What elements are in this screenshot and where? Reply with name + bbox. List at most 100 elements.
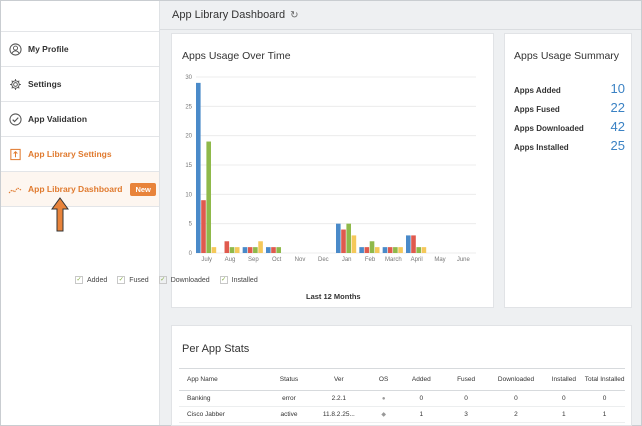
bar-downloaded bbox=[369, 241, 375, 253]
bar-fused bbox=[387, 247, 393, 253]
bar-added bbox=[336, 223, 341, 253]
col-header[interactable]: Fused bbox=[443, 368, 489, 391]
summary-card: Apps Usage Summary Apps Added 10 Apps Fu… bbox=[504, 33, 632, 308]
cell-added: 0 bbox=[398, 390, 444, 407]
chart-xlabel: Last 12 Months bbox=[306, 292, 361, 301]
cell-version: 11.8.2.25... bbox=[309, 406, 369, 423]
bar-fused bbox=[247, 247, 253, 253]
cell-os: ● bbox=[368, 390, 399, 407]
cell-app-name: Cisco Jabber bbox=[179, 406, 269, 423]
bar-added bbox=[266, 247, 271, 253]
summary-row-installed: Apps Installed 25 bbox=[514, 138, 625, 153]
bar-added bbox=[196, 82, 201, 253]
stats-card: Per App Stats App Name Status Ver OS Add… bbox=[171, 325, 632, 426]
table-row[interactable]: Banking error 2.2.1 ● 0 0 0 0 0 bbox=[179, 390, 625, 407]
legend-item[interactable]: ✓ Added bbox=[75, 276, 107, 284]
table-row[interactable]: Cisco Jabber active 11.8.2.25... ◆ 1 3 2… bbox=[179, 406, 625, 423]
cell-fused: 3 bbox=[443, 406, 489, 423]
legend-label: Installed bbox=[231, 276, 258, 284]
apple-icon: ● bbox=[381, 396, 386, 402]
cell-total-installed: 0 bbox=[584, 390, 625, 407]
summary-value: 42 bbox=[610, 119, 625, 134]
x-tick-label: Aug bbox=[225, 257, 236, 263]
summary-value: 10 bbox=[610, 81, 625, 96]
legend-item[interactable]: ✓ Downloaded bbox=[158, 276, 210, 284]
col-header[interactable]: Status bbox=[268, 368, 310, 391]
bar-added bbox=[242, 247, 248, 253]
stats-table: App Name Status Ver OS Added Fused Downl… bbox=[179, 368, 625, 423]
bar-added bbox=[406, 235, 411, 253]
col-header[interactable]: Installed bbox=[543, 368, 585, 391]
legend-label: Added bbox=[87, 276, 108, 284]
y-tick-label: 15 bbox=[185, 163, 192, 169]
bar-downloaded bbox=[206, 141, 211, 253]
x-tick-label: Oct bbox=[272, 257, 282, 263]
cell-os: ◆ bbox=[368, 406, 399, 423]
summary-label: Apps Fused bbox=[514, 105, 560, 114]
legend-check-icon: ✓ bbox=[158, 276, 167, 284]
stats-header-row: App Name Status Ver OS Added Fused Downl… bbox=[179, 368, 625, 391]
bar-added bbox=[382, 247, 388, 253]
x-tick-label: July bbox=[201, 257, 212, 263]
x-tick-label: March bbox=[385, 257, 402, 263]
x-tick-label: April bbox=[411, 257, 423, 263]
cell-downloaded: 0 bbox=[488, 390, 544, 407]
x-tick-label: Jan bbox=[342, 257, 352, 263]
y-tick-label: 10 bbox=[185, 192, 192, 198]
x-tick-label: June bbox=[457, 257, 471, 263]
bar-fused bbox=[201, 200, 206, 253]
summary-label: Apps Installed bbox=[514, 143, 569, 152]
bar-installed bbox=[421, 247, 427, 253]
bar-added bbox=[359, 247, 364, 253]
bar-fused bbox=[271, 247, 276, 253]
summary-row-downloaded: Apps Downloaded 42 bbox=[514, 119, 625, 134]
col-header[interactable]: Ver bbox=[309, 368, 369, 391]
col-header[interactable]: OS bbox=[368, 368, 399, 391]
summary-label: Apps Downloaded bbox=[514, 124, 584, 133]
y-tick-label: 0 bbox=[189, 251, 193, 257]
col-header[interactable]: App Name bbox=[179, 368, 269, 391]
legend-check-icon: ✓ bbox=[117, 276, 126, 284]
cell-status: active bbox=[268, 406, 310, 423]
x-tick-label: Nov bbox=[295, 257, 306, 263]
summary-card-title: Apps Usage Summary bbox=[514, 50, 620, 62]
col-header[interactable]: Total Installed bbox=[584, 368, 625, 391]
x-tick-label: Feb bbox=[365, 257, 376, 263]
x-tick-label: May bbox=[434, 257, 445, 263]
bar-fused bbox=[224, 241, 230, 253]
col-header[interactable]: Added bbox=[398, 368, 444, 391]
x-tick-label: Sep bbox=[248, 257, 259, 263]
y-tick-label: 5 bbox=[189, 222, 193, 228]
legend-label: Downloaded bbox=[170, 276, 210, 284]
legend-item[interactable]: ✓ Installed bbox=[219, 276, 258, 284]
legend-label: Fused bbox=[129, 276, 149, 284]
bar-downloaded bbox=[276, 247, 281, 253]
y-tick-label: 25 bbox=[185, 104, 192, 110]
summary-value: 25 bbox=[610, 138, 625, 153]
bar-fused bbox=[411, 235, 416, 253]
bar-downloaded bbox=[229, 247, 235, 253]
x-tick-label: Dec bbox=[318, 257, 329, 263]
cell-installed: 0 bbox=[543, 390, 585, 407]
cell-version: 2.2.1 bbox=[309, 390, 369, 407]
bar-installed bbox=[374, 247, 380, 253]
cell-added: 1 bbox=[398, 406, 444, 423]
summary-row-added: Apps Added 10 bbox=[514, 81, 625, 96]
bar-downloaded bbox=[393, 247, 398, 253]
legend-item[interactable]: ✓ Fused bbox=[117, 276, 149, 284]
android-icon: ◆ bbox=[381, 412, 386, 418]
cell-installed: 1 bbox=[543, 406, 585, 423]
bar-installed bbox=[211, 247, 217, 253]
legend-check-icon: ✓ bbox=[75, 276, 83, 284]
bar-fused bbox=[341, 229, 346, 253]
y-tick-label: 30 bbox=[185, 75, 192, 81]
bar-installed bbox=[351, 235, 357, 253]
cell-app-name: Banking bbox=[179, 390, 269, 407]
stats-title: Per App Stats bbox=[182, 343, 250, 355]
cell-fused: 0 bbox=[443, 390, 489, 407]
cell-status: error bbox=[268, 390, 310, 407]
bar-installed bbox=[258, 241, 263, 253]
summary-label: Apps Added bbox=[514, 86, 561, 95]
col-header[interactable]: Downloaded bbox=[488, 368, 544, 391]
summary-value: 22 bbox=[610, 100, 625, 115]
